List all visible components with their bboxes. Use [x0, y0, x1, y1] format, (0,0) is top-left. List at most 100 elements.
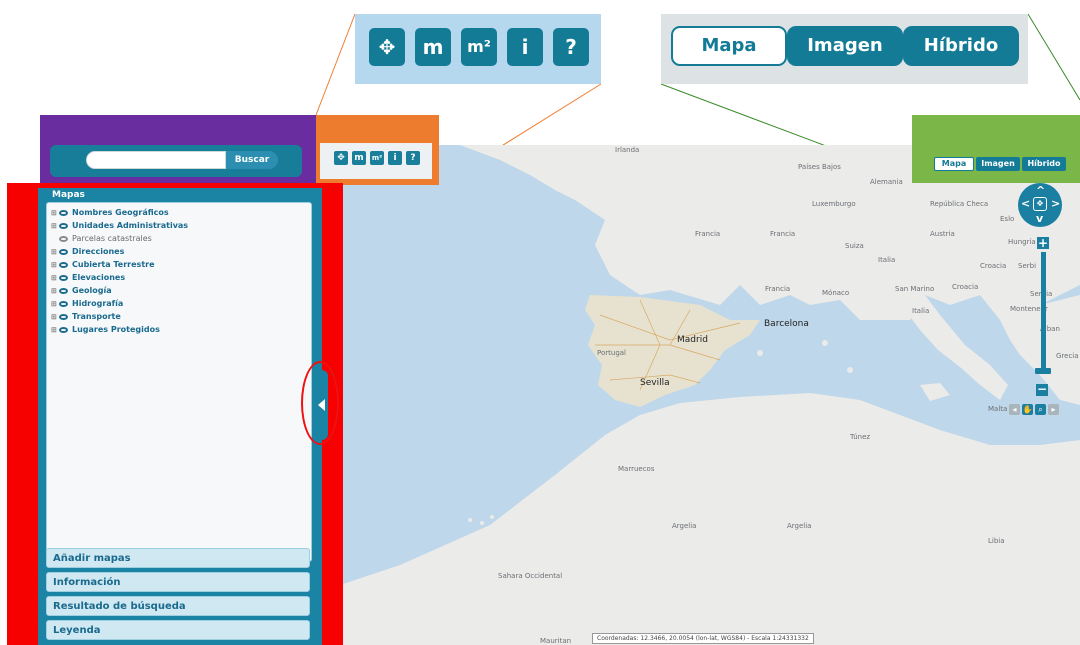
- layer-item[interactable]: ⊞ Unidades Administrativas: [51, 220, 188, 232]
- search-button[interactable]: Buscar: [226, 151, 278, 169]
- visibility-eye-icon[interactable]: [59, 326, 68, 333]
- visibility-eye-icon[interactable]: [59, 287, 68, 294]
- pan-right-icon[interactable]: >: [1051, 197, 1060, 210]
- visibility-eye-icon[interactable]: [59, 235, 68, 242]
- expand-icon[interactable]: ⊞: [51, 285, 59, 297]
- map-label: Alemania: [870, 178, 903, 186]
- expand-icon[interactable]: ⊞: [51, 311, 59, 323]
- map-label: Croacia: [980, 262, 1007, 270]
- hand-pan-icon[interactable]: ✋: [1022, 404, 1033, 415]
- expand-icon[interactable]: ⊞: [51, 207, 59, 219]
- layer-item[interactable]: ⊞ Hidrografía: [51, 298, 123, 310]
- map-type-hibrido-button[interactable]: Híbrido: [903, 26, 1019, 66]
- help-icon[interactable]: ?: [406, 151, 420, 165]
- collapse-highlight-ring: [301, 361, 339, 445]
- info-icon[interactable]: i: [507, 28, 543, 66]
- layer-item[interactable]: ⊞ Cubierta Terrestre: [51, 259, 155, 271]
- measure-distance-icon[interactable]: m: [352, 151, 366, 165]
- map-label: Francia: [695, 230, 721, 238]
- zoom-out-button[interactable]: −: [1036, 383, 1048, 396]
- map-type-imagen-button[interactable]: Imagen: [787, 26, 903, 66]
- layer-label: Lugares Protegidos: [72, 325, 160, 334]
- previous-extent-icon[interactable]: ◂: [1009, 404, 1020, 415]
- layer-label: Hidrografía: [72, 299, 124, 308]
- layer-label: Nombres Geográficos: [72, 208, 169, 217]
- zoom-slider[interactable]: [1041, 252, 1046, 370]
- expand-icon[interactable]: ⊞: [51, 272, 59, 284]
- layer-item[interactable]: ⊞ Transporte: [51, 311, 121, 323]
- layer-label: Unidades Administrativas: [72, 221, 189, 230]
- map-label: Suiza: [845, 242, 864, 250]
- expand-icon[interactable]: ⊞: [51, 298, 59, 310]
- map-type-hibrido-button[interactable]: Híbrido: [1022, 157, 1066, 171]
- layer-item[interactable]: ⊞ Lugares Protegidos: [51, 324, 160, 336]
- visibility-eye-icon[interactable]: [59, 222, 68, 229]
- expand-icon[interactable]: ⊞: [51, 259, 59, 271]
- map-label: Argelia: [787, 522, 812, 530]
- pan-left-icon[interactable]: <: [1021, 197, 1030, 210]
- map-label: Eslo: [1000, 215, 1015, 223]
- map-label: Italia: [912, 307, 930, 315]
- coordinates-readout: Coordenadas: 12.3466, 20.0054 (lon-lat, …: [592, 633, 814, 644]
- zoom-slider-handle[interactable]: [1035, 368, 1051, 374]
- measure-area-icon[interactable]: m²: [461, 28, 497, 66]
- map-type-imagen-button[interactable]: Imagen: [976, 157, 1020, 171]
- section-resultado-busqueda[interactable]: Resultado de búsqueda: [46, 596, 310, 616]
- map-label: Hungría: [1008, 238, 1036, 246]
- map-type-mapa-button[interactable]: Mapa: [934, 157, 974, 171]
- section-informacion[interactable]: Información: [46, 572, 310, 592]
- pan-crosshair-icon[interactable]: ✥: [334, 151, 348, 165]
- visibility-eye-icon[interactable]: [59, 261, 68, 268]
- map-label: Túnez: [850, 433, 871, 441]
- layer-label: Transporte: [72, 312, 121, 321]
- map-label-city: Barcelona: [764, 319, 809, 329]
- visibility-eye-icon[interactable]: [59, 248, 68, 255]
- layer-label: Cubierta Terrestre: [72, 260, 155, 269]
- map-label: Países Bajos: [798, 163, 841, 171]
- panel-header-mapas[interactable]: Mapas: [46, 188, 320, 202]
- pan-control[interactable]: ^ v < > ✥: [1018, 183, 1062, 227]
- visibility-eye-icon[interactable]: [59, 313, 68, 320]
- map-label: Croacia: [952, 283, 979, 291]
- map-label: Mauritan: [540, 637, 572, 645]
- expand-icon[interactable]: ⊞: [51, 220, 59, 232]
- zoom-in-button[interactable]: +: [1037, 237, 1049, 249]
- map-label: Francia: [765, 285, 791, 293]
- section-leyenda[interactable]: Leyenda: [46, 620, 310, 640]
- layer-item[interactable]: ⊞ Direcciones: [51, 246, 124, 258]
- map-label: Sahara Occidental: [498, 572, 563, 580]
- map-basemap: [340, 145, 1080, 645]
- zoom-box-icon[interactable]: ⌕: [1035, 404, 1046, 415]
- layer-label: Geología: [72, 286, 112, 295]
- search-input[interactable]: [86, 151, 226, 169]
- pan-down-icon[interactable]: v: [1036, 212, 1043, 225]
- pan-crosshair-icon[interactable]: ✥: [369, 28, 405, 66]
- map-type-mapa-button[interactable]: Mapa: [671, 26, 787, 66]
- layer-item[interactable]: Parcelas catastrales: [51, 233, 152, 245]
- map-type-zoom-callout: Mapa Imagen Híbrido: [661, 14, 1028, 84]
- layer-item[interactable]: ⊞ Geología: [51, 285, 112, 297]
- next-extent-icon[interactable]: ▸: [1048, 404, 1059, 415]
- expand-icon[interactable]: ⊞: [51, 246, 59, 258]
- visibility-eye-icon[interactable]: [59, 274, 68, 281]
- measure-area-icon[interactable]: m²: [370, 151, 384, 165]
- map-label: República Checa: [930, 200, 989, 208]
- pan-center-icon[interactable]: ✥: [1033, 197, 1047, 211]
- layer-item[interactable]: ⊞ Nombres Geográficos: [51, 207, 169, 219]
- map-canvas[interactable]: Irlanda Países Bajos Alemania Luxemburgo…: [340, 145, 1080, 645]
- map-label: Argelia: [672, 522, 697, 530]
- map-label: Italia: [878, 256, 896, 264]
- measure-distance-icon[interactable]: m: [415, 28, 451, 66]
- map-label: San Marino: [895, 285, 935, 293]
- expand-icon[interactable]: ⊞: [51, 324, 59, 336]
- info-icon[interactable]: i: [388, 151, 402, 165]
- layer-item[interactable]: ⊞ Elevaciones: [51, 272, 125, 284]
- layer-label: Direcciones: [72, 247, 125, 256]
- search-bar: Buscar: [50, 145, 302, 177]
- section-anadir-mapas[interactable]: Añadir mapas: [46, 548, 310, 568]
- visibility-eye-icon[interactable]: [59, 209, 68, 216]
- visibility-eye-icon[interactable]: [59, 300, 68, 307]
- help-icon[interactable]: ?: [553, 28, 589, 66]
- pan-up-icon[interactable]: ^: [1036, 184, 1045, 197]
- map-label: Luxemburgo: [812, 200, 856, 208]
